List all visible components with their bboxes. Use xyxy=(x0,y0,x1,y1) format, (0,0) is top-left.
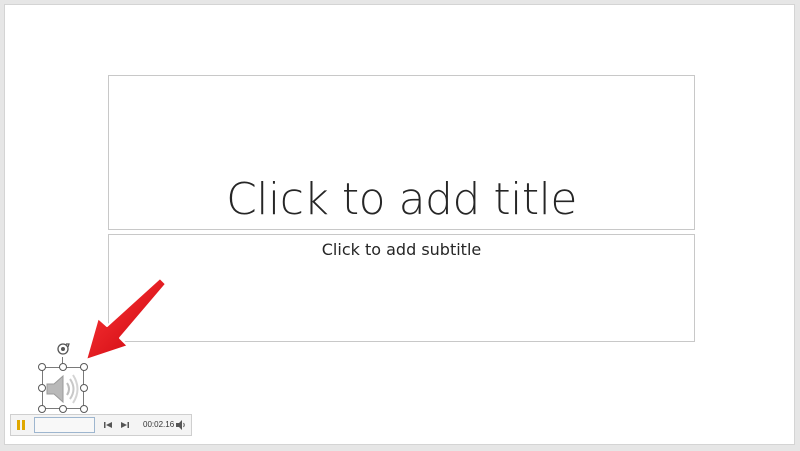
red-arrow-annotation-icon xyxy=(85,277,167,361)
resize-handle-sw[interactable] xyxy=(38,405,46,413)
audio-object[interactable] xyxy=(38,343,88,413)
resize-handle-s[interactable] xyxy=(59,405,67,413)
title-placeholder[interactable]: Click to add title xyxy=(108,75,695,230)
resize-handle-n[interactable] xyxy=(59,363,67,371)
audio-playback-bar: 00:02.16 xyxy=(10,414,192,436)
subtitle-placeholder[interactable]: Click to add subtitle xyxy=(108,234,695,342)
step-forward-icon[interactable] xyxy=(120,420,130,430)
pause-icon[interactable] xyxy=(14,418,28,432)
volume-icon[interactable] xyxy=(175,419,187,431)
audio-time: 00:02.16 xyxy=(143,420,175,429)
resize-handle-e[interactable] xyxy=(80,384,88,392)
resize-handle-nw[interactable] xyxy=(38,363,46,371)
subtitle-placeholder-text: Click to add subtitle xyxy=(321,240,482,259)
audio-progress-bar[interactable] xyxy=(34,417,95,433)
title-placeholder-text: Click to add title xyxy=(226,174,577,225)
step-back-icon[interactable] xyxy=(103,420,113,430)
rotate-handle-icon[interactable] xyxy=(56,342,70,356)
slide-canvas[interactable]: Click to add title Click to add subtitle xyxy=(5,5,794,444)
speaker-icon[interactable] xyxy=(45,373,81,405)
resize-handle-se[interactable] xyxy=(80,405,88,413)
resize-handle-w[interactable] xyxy=(38,384,46,392)
